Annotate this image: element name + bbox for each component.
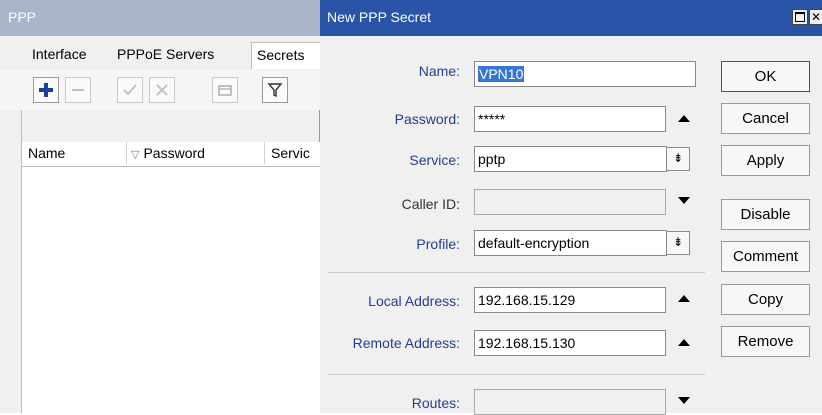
- profile-select[interactable]: default-encryption: [474, 230, 667, 256]
- maximize-icon: [795, 12, 805, 22]
- caller-id-expand-arrow-icon[interactable]: [678, 197, 690, 204]
- password-label: Password:: [394, 111, 460, 127]
- apply-button[interactable]: Apply: [721, 145, 810, 176]
- remote-address-label: Remote Address:: [352, 335, 460, 351]
- copy-button[interactable]: Copy: [721, 284, 810, 315]
- column-label-name: Name: [28, 145, 66, 161]
- name-label: Name:: [418, 63, 460, 79]
- remove-button[interactable]: [65, 77, 91, 103]
- remote-address-input[interactable]: 192.168.15.130: [474, 330, 666, 356]
- caller-id-label: Caller ID:: [401, 196, 460, 212]
- ppp-window-title: PPP: [8, 9, 37, 25]
- ok-button[interactable]: OK: [721, 61, 810, 92]
- cross-icon: [156, 84, 168, 96]
- service-select[interactable]: pptp: [474, 146, 667, 172]
- name-value: VPN10: [478, 66, 525, 82]
- local-address-label: Local Address:: [368, 293, 460, 309]
- ppp-window: PPP Interface PPPoE Servers Secrets Name…: [0, 0, 343, 414]
- profile-dropdown-button[interactable]: ⇟: [666, 231, 690, 255]
- remote-address-collapse-arrow-icon[interactable]: [678, 339, 690, 346]
- column-header-name[interactable]: Name: [22, 142, 127, 164]
- service-dropdown-button[interactable]: ⇟: [666, 147, 690, 171]
- caller-id-input[interactable]: [474, 189, 666, 215]
- plus-icon: [39, 83, 53, 97]
- dialog-title: New PPP Secret: [327, 9, 432, 25]
- column-header-password[interactable]: ▽ Password: [127, 142, 265, 164]
- local-address-collapse-arrow-icon[interactable]: [678, 295, 690, 302]
- routes-expand-arrow-icon[interactable]: [678, 397, 690, 404]
- comment-button[interactable]: [212, 77, 238, 103]
- section-divider: [328, 374, 705, 375]
- local-address-input[interactable]: 192.168.15.129: [474, 287, 666, 313]
- dialog-titlebar[interactable]: New PPP Secret ✕: [320, 0, 822, 36]
- table-header: Name ▽ Password Servic: [22, 142, 320, 166]
- note-icon: [218, 85, 232, 96]
- section-divider: [328, 272, 705, 273]
- table-row-gutter: [0, 110, 22, 413]
- ppp-toolbar: [0, 70, 320, 110]
- password-collapse-arrow-icon[interactable]: [678, 115, 690, 122]
- sort-icon: ▽: [131, 148, 140, 161]
- disable-button[interactable]: Disable: [721, 199, 810, 230]
- cancel-button[interactable]: Cancel: [721, 103, 810, 134]
- close-icon: ✕: [810, 10, 822, 24]
- routes-label: Routes:: [411, 395, 460, 411]
- dropdown-icon: ⇟: [672, 151, 684, 165]
- column-header-service[interactable]: Servic: [265, 142, 325, 164]
- dropdown-icon: ⇟: [672, 235, 684, 249]
- ppp-titlebar[interactable]: PPP: [0, 0, 320, 36]
- comment-button[interactable]: Comment: [721, 241, 810, 272]
- add-button[interactable]: [33, 77, 59, 103]
- secrets-table-body[interactable]: [22, 166, 320, 414]
- maximize-button[interactable]: [792, 9, 808, 25]
- profile-label: Profile:: [416, 236, 460, 252]
- tab-interface[interactable]: Interface: [27, 42, 91, 68]
- filter-button[interactable]: [262, 77, 288, 103]
- check-icon: [123, 84, 137, 96]
- disable-button[interactable]: [149, 77, 175, 103]
- new-ppp-secret-dialog: New PPP Secret ✕ Name: VPN10 Password: *…: [320, 0, 822, 415]
- tab-pppoe-servers[interactable]: PPPoE Servers: [112, 42, 219, 68]
- ppp-tab-bar: Interface PPPoE Servers Secrets: [0, 36, 343, 70]
- column-label-service: Servic: [271, 145, 310, 161]
- password-input[interactable]: *****: [474, 106, 666, 132]
- close-button[interactable]: ✕: [809, 9, 822, 25]
- enable-button[interactable]: [117, 77, 143, 103]
- column-label-password: Password: [143, 145, 205, 161]
- filter-icon: [267, 83, 283, 98]
- minus-icon: [72, 89, 84, 91]
- remove-button[interactable]: Remove: [721, 326, 810, 357]
- service-label: Service:: [409, 152, 460, 168]
- name-input[interactable]: VPN10: [474, 61, 696, 87]
- routes-input[interactable]: [474, 389, 666, 415]
